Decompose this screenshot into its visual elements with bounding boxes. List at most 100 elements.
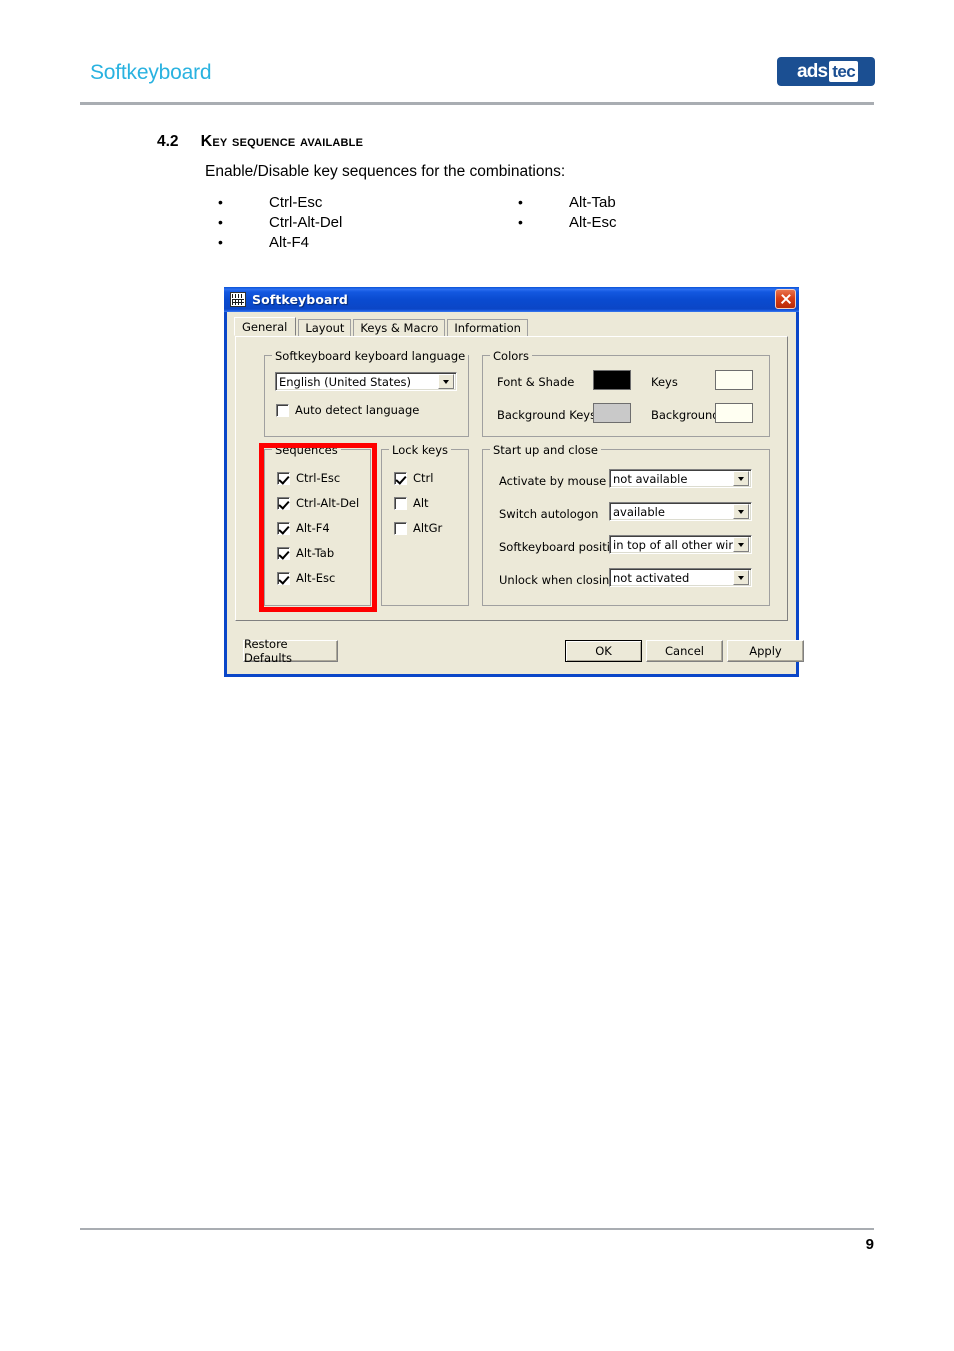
checkbox-label: Auto detect language (295, 403, 420, 417)
checkbox-alt-tab[interactable]: Alt-Tab (277, 546, 334, 560)
dialog-body: General Layout Keys & Macro Information … (227, 312, 804, 674)
logo-text-tec: tec (829, 61, 859, 82)
list-item: • Alt-F4 (205, 232, 342, 252)
checkbox-label: Alt-Esc (296, 571, 336, 585)
bullet-list-left: • Ctrl-Esc • Ctrl-Alt-Del • Alt-F4 (205, 192, 342, 252)
softkeyboard-dialog: Softkeyboard General Layout Keys & Macro… (224, 287, 804, 677)
color-label-background: Background (651, 408, 720, 422)
group-title: Start up and close (490, 443, 601, 457)
bullet-icon: • (218, 234, 223, 250)
color-swatch-keys[interactable] (715, 370, 753, 390)
adstec-logo: ads tec (778, 58, 874, 85)
auto-detect-language-checkbox[interactable]: Auto detect language (276, 403, 419, 417)
bullet-icon: • (218, 214, 223, 230)
chevron-down-icon[interactable] (733, 570, 749, 585)
list-item-label: Alt-F4 (269, 234, 310, 251)
cancel-button[interactable]: Cancel (646, 640, 723, 662)
color-swatch-font-shade[interactable] (593, 370, 631, 390)
tab-information[interactable]: Information (447, 319, 528, 336)
checkbox-label: Alt (413, 496, 429, 510)
apply-button[interactable]: Apply (727, 640, 804, 662)
keyboard-icon (230, 292, 246, 307)
logo-inner: ads tec (794, 61, 859, 82)
bullet-icon: • (518, 194, 523, 210)
dialog-title: Softkeyboard (252, 292, 348, 307)
tab-panel-general: Softkeyboard keyboard language English (… (235, 336, 788, 621)
unlock-when-closing-combobox[interactable]: not activated (609, 568, 752, 587)
label-softkeyboard-position: Softkeyboard position (499, 540, 625, 554)
tabstrip: General Layout Keys & Macro Information (234, 317, 791, 336)
checkbox-alt-f4[interactable]: Alt-F4 (277, 521, 330, 535)
list-item: • Alt-Tab (505, 192, 617, 212)
close-icon[interactable] (775, 289, 796, 309)
color-label-font-shade: Font & Shade (497, 375, 575, 389)
checkbox-ctrl-esc[interactable]: Ctrl-Esc (277, 471, 340, 485)
color-swatch-background-keys[interactable] (593, 403, 631, 423)
group-keyboard-language: Softkeyboard keyboard language English (… (264, 349, 469, 437)
checkbox-box (277, 496, 290, 510)
checkbox-box (277, 471, 290, 485)
header-title: Softkeyboard (90, 61, 212, 84)
softkeyboard-position-combobox[interactable]: in top of all other windows (609, 535, 752, 554)
checkbox-box (394, 521, 407, 535)
section-intro-text: Enable/Disable key sequences for the com… (205, 163, 566, 180)
logo-text-ads: ads (796, 61, 828, 82)
color-label-background-keys: Background Keys (497, 408, 597, 422)
combobox-value: available (613, 504, 665, 519)
list-item: • Alt-Esc (505, 212, 617, 232)
checkbox-label: Ctrl-Esc (296, 471, 341, 485)
tab-keys-macro[interactable]: Keys & Macro (353, 319, 446, 336)
label-activate-by-mouse: Activate by mouse (499, 474, 607, 488)
activate-by-mouse-combobox[interactable]: not available (609, 469, 752, 488)
chevron-down-icon[interactable] (733, 471, 749, 486)
restore-defaults-button[interactable]: Restore Defaults (243, 637, 338, 665)
ok-button[interactable]: OK (565, 640, 642, 662)
checkbox-label: Ctrl (413, 471, 434, 485)
chevron-down-icon[interactable] (733, 537, 749, 552)
checkbox-box (277, 521, 290, 535)
bullet-list-right: • Alt-Tab • Alt-Esc (505, 192, 617, 232)
section-number: 4.2 (157, 133, 179, 150)
list-item: • Ctrl-Alt-Del (205, 212, 342, 232)
group-title: Colors (490, 349, 533, 363)
tab-layout[interactable]: Layout (298, 319, 352, 336)
checkbox-label: Alt-Tab (296, 546, 335, 560)
checkbox-lock-altgr[interactable]: AltGr (394, 521, 442, 535)
checkbox-lock-ctrl[interactable]: Ctrl (394, 471, 433, 485)
combobox-value: in top of all other windows (613, 537, 733, 552)
dialog-titlebar: Softkeyboard (224, 287, 799, 312)
section-heading: 4.2 Key sequence available (157, 133, 363, 151)
checkbox-alt-esc[interactable]: Alt-Esc (277, 571, 335, 585)
header-divider (80, 102, 874, 105)
checkbox-box (277, 546, 290, 560)
label-switch-autologon: Switch autologon (499, 507, 599, 521)
checkbox-box (276, 403, 289, 417)
checkbox-label: Ctrl-Alt-Del (296, 496, 360, 510)
language-combobox-value: English (United States) (279, 374, 412, 389)
tab-general[interactable]: General (234, 317, 297, 336)
document-header: Softkeyboard ads tec (80, 58, 874, 106)
chevron-down-icon[interactable] (438, 374, 454, 389)
color-swatch-background[interactable] (715, 403, 753, 423)
checkbox-box (394, 471, 407, 485)
list-item-label: Alt-Tab (569, 194, 616, 211)
list-item-label: Alt-Esc (569, 214, 617, 231)
checkbox-ctrl-alt-del[interactable]: Ctrl-Alt-Del (277, 496, 359, 510)
page-number: 9 (865, 1236, 874, 1253)
checkbox-box (394, 496, 407, 510)
combobox-value: not activated (613, 570, 690, 585)
bullet-icon: • (518, 214, 523, 230)
group-colors: Colors Font & Shade Keys Background Keys… (482, 349, 770, 437)
list-item-label: Ctrl-Esc (269, 194, 323, 211)
section-title: Key sequence available (200, 133, 364, 150)
list-item-label: Ctrl-Alt-Del (269, 214, 343, 231)
footer-divider (80, 1228, 874, 1230)
checkbox-lock-alt[interactable]: Alt (394, 496, 429, 510)
language-combobox[interactable]: English (United States) (275, 372, 457, 391)
switch-autologon-combobox[interactable]: available (609, 502, 752, 521)
color-label-keys: Keys (651, 375, 678, 389)
chevron-down-icon[interactable] (733, 504, 749, 519)
group-startup-and-close: Start up and close Activate by mouse not… (482, 443, 770, 606)
checkbox-label: AltGr (413, 521, 443, 535)
group-lock-keys: Lock keys Ctrl Alt AltGr (381, 443, 469, 606)
